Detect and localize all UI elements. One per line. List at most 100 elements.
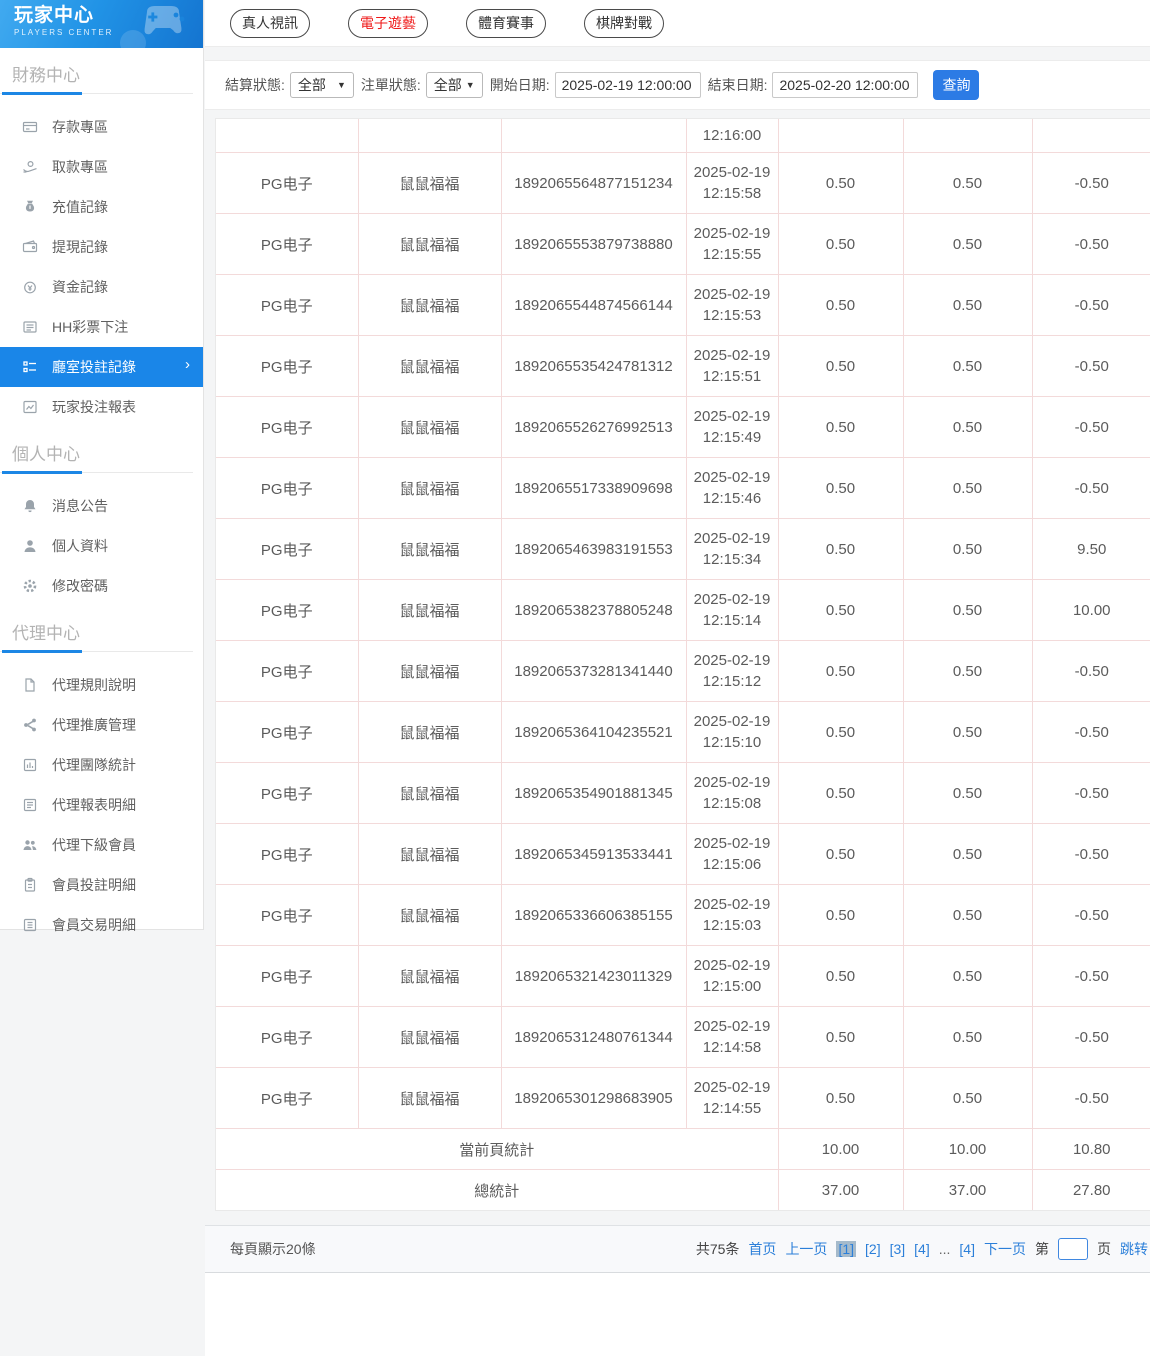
page-link-4[interactable]: [4]	[914, 1241, 930, 1257]
sidebar-item-withdraw[interactable]: 取款專區	[0, 147, 203, 187]
page-link-2[interactable]: [2]	[865, 1241, 881, 1257]
bet-amount-cell: 0.50	[777, 213, 904, 275]
valid-amount-cell: 0.50	[902, 396, 1033, 458]
summary-label: 當前頁統計	[216, 1128, 779, 1170]
sidebar-item-room-bet-records[interactable]: 廳室投註記錄 ›	[0, 347, 203, 387]
bet-datetime-cell: 2025-02-19 12:14:55	[685, 1067, 779, 1129]
bet-datetime-cell: 2025-02-19 12:15:51	[685, 335, 779, 397]
member-transaction-icon	[21, 917, 38, 934]
sidebar-item-hh-lottery[interactable]: HH彩票下注	[0, 307, 203, 347]
tab-live-casino[interactable]: 真人視訊	[230, 8, 310, 38]
table-row: PG电子 鼠鼠福福 1892065345913533441 2025-02-19…	[216, 823, 1150, 885]
search-button[interactable]: 查詢	[933, 70, 980, 100]
tab-electronic-games[interactable]: 電子遊藝	[348, 8, 428, 38]
bet-amount-cell: 0.50	[777, 335, 904, 397]
bet-datetime-cell: 2025-02-19 12:15:10	[685, 701, 779, 763]
profit-cell: -0.50	[1031, 457, 1150, 519]
sidebar-item-withdrawal-records[interactable]: 提現記錄	[0, 227, 203, 267]
tab-board-games[interactable]: 棋牌對戰	[584, 8, 664, 38]
jump-page-input[interactable]	[1058, 1238, 1088, 1260]
sidebar-item-label: 提現記錄	[52, 239, 108, 255]
sidebar-item-agent-report-detail[interactable]: 代理報表明細	[0, 785, 203, 825]
game-cell: 鼠鼠福福	[357, 762, 502, 824]
platform-cell: PG电子	[216, 396, 359, 458]
profit-cell: -0.50	[1031, 213, 1150, 275]
profit-cell: -0.50	[1031, 1067, 1150, 1129]
sidebar-item-label: 代理推廣管理	[52, 717, 136, 733]
start-date-label: 開始日期:	[489, 77, 550, 93]
sidebar-section-finance: 財務中心 存款專區 取款專區 充值記錄 提現記錄 資金記錄 HH彩票下注 廳室投…	[0, 61, 203, 427]
sidebar-item-agent-members[interactable]: 代理下級會員	[0, 825, 203, 865]
member-bet-detail-icon	[21, 877, 38, 894]
filter-bar: 結算狀態: 全部 ▼ 注單狀態: 全部 ▼ 開始日期: 結束日期: 查詢	[205, 60, 1150, 110]
settle-status-select[interactable]: 全部 ▼	[289, 72, 354, 98]
tab-sports[interactable]: 體育賽事	[466, 8, 546, 38]
sidebar-item-change-password[interactable]: 修改密碼	[0, 566, 203, 606]
platform-cell: PG电子	[216, 1067, 359, 1129]
sidebar-item-member-bet-detail[interactable]: 會員投註明細	[0, 865, 203, 905]
sidebar-item-deposit[interactable]: 存款專區	[0, 107, 203, 147]
game-cell: 鼠鼠福福	[357, 1006, 502, 1068]
bet-datetime-cell: 2025-02-19 12:14:58	[685, 1006, 779, 1068]
order-status-label: 注單狀態:	[360, 77, 421, 93]
valid-amount-cell: 0.50	[902, 152, 1033, 214]
page-link-current[interactable]: [1]	[836, 1241, 857, 1257]
sidebar-item-profile[interactable]: 個人資料	[0, 526, 203, 566]
sidebar-item-agent-team-stats[interactable]: 代理團隊統計	[0, 745, 203, 785]
sidebar-item-funds-records[interactable]: 資金記錄	[0, 267, 203, 307]
table-row: PG电子 鼠鼠福福 1892065564877151234 2025-02-19…	[216, 152, 1150, 214]
table-row: PG电子 鼠鼠福福 1892065535424781312 2025-02-19…	[216, 335, 1150, 397]
valid-amount-cell: 0.50	[902, 274, 1033, 336]
sidebar-item-member-transaction-detail[interactable]: 會員交易明細	[0, 905, 203, 945]
bet-amount-cell: 0.50	[777, 518, 904, 580]
bet-id-cell: 1892065364104235521	[500, 701, 687, 763]
profit-cell: -0.50	[1031, 945, 1150, 1007]
announcement-bell-icon	[21, 498, 38, 515]
sidebar-item-agent-rules[interactable]: 代理規則說明	[0, 665, 203, 705]
summary-valid: 10.00	[902, 1128, 1033, 1170]
sidebar-item-label: 充值記錄	[52, 199, 108, 215]
end-date-input[interactable]	[772, 72, 919, 98]
bet-datetime-cell: 2025-02-19 12:15:06	[685, 823, 779, 885]
summary-label: 總統計	[216, 1169, 779, 1210]
jump-prefix-label: 第	[1035, 1241, 1049, 1257]
bet-datetime-cell: 2025-02-19 12:15:12	[685, 640, 779, 702]
jump-button[interactable]: 跳转	[1120, 1239, 1148, 1259]
sidebar-item-announcements[interactable]: 消息公告	[0, 486, 203, 526]
category-tab-bar: 真人視訊 電子遊藝 體育賽事 棋牌對戰	[205, 0, 1150, 47]
bet-amount-cell: 0.50	[777, 274, 904, 336]
page-link-last[interactable]: [4]	[959, 1241, 975, 1257]
bet-id-cell: 1892065564877151234	[500, 152, 687, 214]
table-row: PG电子 鼠鼠福福 1892065373281341440 2025-02-19…	[216, 640, 1150, 702]
bet-id-cell: 1892065553879738880	[500, 213, 687, 275]
valid-amount-cell: 0.50	[902, 579, 1033, 641]
order-status-select[interactable]: 全部 ▼	[425, 72, 483, 98]
total-count-text: 共75条	[695, 1241, 740, 1257]
game-cell: 鼠鼠福福	[357, 701, 502, 763]
game-cell: 鼠鼠福福	[357, 579, 502, 641]
platform-cell: PG电子	[216, 1006, 359, 1068]
agent-report-detail-icon	[21, 797, 38, 814]
sidebar-item-agent-promotion[interactable]: 代理推廣管理	[0, 705, 203, 745]
prev-page-link[interactable]: 上一页	[785, 1239, 827, 1259]
bet-datetime-cell: 2025-02-19 12:15:58	[685, 152, 779, 214]
game-cell: 鼠鼠福福	[357, 152, 502, 214]
bet-amount-cell: 0.50	[777, 701, 904, 763]
game-cell: 鼠鼠福福	[357, 1067, 502, 1129]
valid-amount-cell: 0.50	[902, 1006, 1033, 1068]
bet-id-cell: 1892065373281341440	[500, 640, 687, 702]
current-page-summary-row: 當前頁統計 10.00 10.00 10.80	[216, 1128, 1150, 1170]
start-date-input[interactable]	[554, 72, 701, 98]
sidebar-item-player-report[interactable]: 玩家投注報表	[0, 387, 203, 427]
chevron-down-icon: ▼	[336, 80, 346, 90]
next-page-link[interactable]: 下一页	[984, 1239, 1026, 1259]
first-page-link[interactable]: 首页	[748, 1239, 776, 1259]
page-link-3[interactable]: [3]	[890, 1241, 906, 1257]
bet-amount-cell: 0.50	[777, 1067, 904, 1129]
platform-cell: PG电子	[216, 335, 359, 397]
sidebar-item-recharge-records[interactable]: 充值記錄	[0, 187, 203, 227]
valid-amount-cell: 0.50	[902, 701, 1033, 763]
valid-amount-cell: 0.50	[902, 518, 1033, 580]
bet-id-cell: 1892065517338909698	[500, 457, 687, 519]
platform-cell: PG电子	[216, 579, 359, 641]
